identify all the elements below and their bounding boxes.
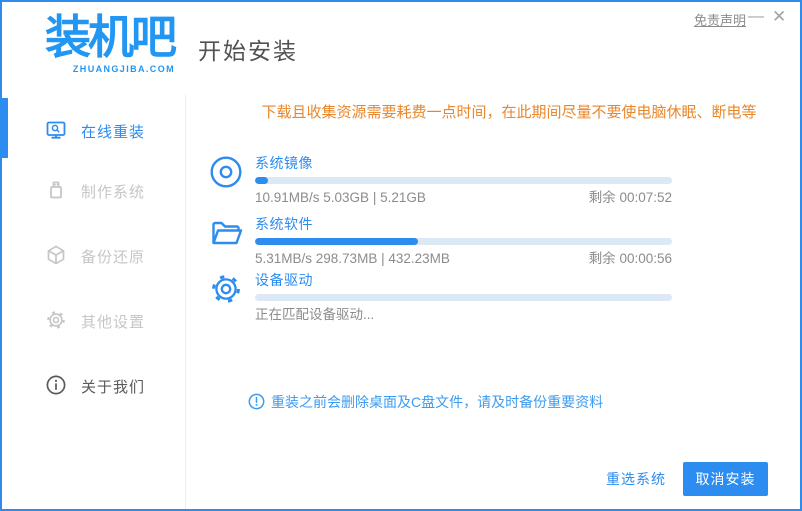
logo-title: 装机吧 [45, 11, 177, 63]
sidebar-item-label: 制作系统 [81, 184, 146, 201]
backup-note-text: 重装之前会删除桌面及C盘文件，请及时备份重要资料 [271, 394, 604, 410]
download-warning-text: 下载且收集资源需要耗费一点时间，在此期间尽量不要使电脑休眠、断电等 [261, 104, 757, 121]
disclaimer-link[interactable]: 免责声明 [694, 10, 746, 29]
cancel-install-button[interactable]: 取消安装 [683, 462, 768, 496]
sidebar-item-label: 备份还原 [81, 249, 146, 266]
progress-bar [255, 177, 672, 184]
app-window: 装机吧 ZHUANGJIBA.COM 开始安装 免责声明 — ✕ 在线重装 制作… [0, 0, 802, 511]
logo-subtitle: ZHUANGJIBA.COM [72, 63, 175, 74]
close-button[interactable]: ✕ [772, 6, 786, 28]
main-panel: 下载且收集资源需要耗费一点时间，在此期间尽量不要使电脑休眠、断电等 系统镜像 1… [186, 95, 800, 509]
sidebar-item-make-system[interactable]: 制作系统 [2, 173, 185, 209]
progress-bar [255, 238, 672, 245]
task-remaining: 剩余 00:00:56 [588, 251, 672, 266]
backup-box-icon [45, 244, 67, 266]
page-title: 开始安装 [198, 38, 298, 64]
progress-fill [255, 177, 268, 184]
info-icon [45, 374, 67, 396]
sidebar-item-label: 在线重装 [81, 124, 146, 141]
task-name: 系统镜像 [255, 155, 313, 171]
task-stats: 10.91MB/s 5.03GB | 5.21GB [255, 190, 426, 205]
app-logo: 装机吧 ZHUANGJIBA.COM [45, 11, 177, 74]
task-stats: 正在匹配设备驱动... [255, 307, 375, 322]
task-row-system-image: 系统镜像 10.91MB/s 5.03GB | 5.21GB 剩余 00:07:… [208, 154, 774, 210]
sidebar-item-about-us[interactable]: 关于我们 [2, 368, 185, 404]
task-name: 设备驱动 [255, 272, 313, 288]
usb-drive-icon [45, 179, 67, 201]
disc-icon [208, 154, 244, 190]
minimize-button[interactable]: — [748, 6, 764, 28]
progress-fill [255, 238, 418, 245]
sidebar-item-label: 其他设置 [81, 314, 146, 331]
task-name: 系统软件 [255, 216, 313, 232]
sidebar-item-online-reinstall[interactable]: 在线重装 [2, 113, 185, 149]
gear-icon [208, 271, 244, 307]
sidebar-item-backup-restore[interactable]: 备份还原 [2, 238, 185, 274]
folder-icon [208, 215, 244, 251]
alert-circle-icon [248, 393, 265, 410]
task-row-device-driver: 设备驱动 正在匹配设备驱动... [208, 271, 774, 327]
backup-note: 重装之前会删除桌面及C盘文件，请及时备份重要资料 [248, 392, 603, 412]
task-stats: 5.31MB/s 298.73MB | 432.23MB [255, 251, 450, 266]
progress-bar [255, 294, 672, 301]
task-row-system-software: 系统软件 5.31MB/s 298.73MB | 432.23MB 剩余 00:… [208, 215, 774, 271]
gear-icon [45, 309, 67, 331]
sidebar-item-label: 关于我们 [81, 379, 146, 396]
monitor-search-icon [45, 119, 67, 141]
task-remaining: 剩余 00:07:52 [588, 190, 672, 205]
sidebar-item-other-settings[interactable]: 其他设置 [2, 303, 185, 339]
reselect-system-button[interactable]: 重选系统 [606, 462, 666, 496]
